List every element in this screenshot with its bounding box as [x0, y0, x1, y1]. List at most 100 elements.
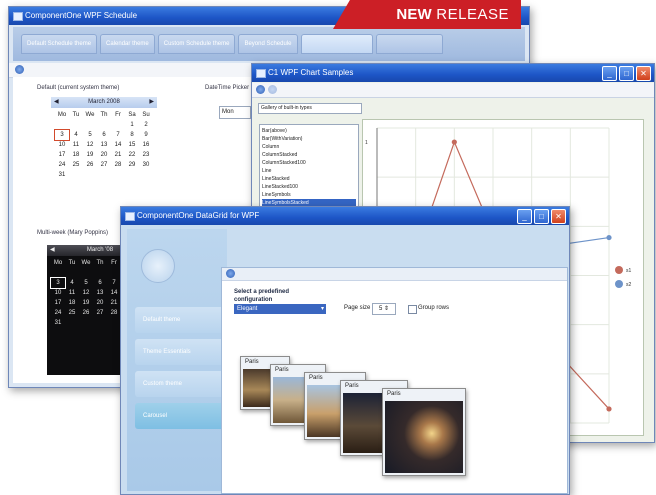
calendar-day[interactable]: 26 — [83, 160, 97, 170]
calendar-day[interactable]: 30 — [139, 160, 153, 170]
calendar-day[interactable]: 2 — [139, 120, 153, 130]
tab-beyond[interactable]: Beyond Schedule — [238, 34, 298, 54]
calendar-day[interactable]: 21 — [111, 150, 125, 160]
calendar-day — [107, 268, 121, 278]
calendar-day[interactable]: 12 — [79, 288, 93, 298]
calendar-day[interactable]: 21 — [107, 298, 121, 308]
calendar-day[interactable]: 13 — [93, 288, 107, 298]
calendar-day[interactable]: 6 — [93, 278, 107, 288]
day-combo[interactable]: Mon — [219, 106, 251, 119]
month-calendar[interactable]: ◀ March 2008 ▶ Mo Tu We Th Fr Sa Su 1 2 3 4 5 6 7 8 9 10… — [51, 97, 157, 209]
calendar-day[interactable]: 7 — [107, 278, 121, 288]
chart-type-item[interactable]: LineStacked100 — [262, 183, 356, 191]
calendar-day[interactable]: 16 — [139, 140, 153, 150]
tab-calendar-theme[interactable]: Calendar theme — [100, 34, 155, 54]
chart-type-item[interactable]: Bar(above) — [262, 127, 356, 135]
calendar-day[interactable]: 25 — [69, 160, 83, 170]
nav-item-theme-essentials[interactable]: Theme Essentials — [135, 339, 227, 365]
calendar-day[interactable]: 18 — [69, 150, 83, 160]
calendar-day[interactable]: 11 — [69, 140, 83, 150]
calendar-day[interactable]: 17 — [51, 298, 65, 308]
calendar-day[interactable]: 6 — [97, 130, 111, 140]
photo-card[interactable]: Paris — [382, 388, 466, 476]
calendar-day[interactable]: 19 — [83, 150, 97, 160]
gallery-combo[interactable]: Gallery of built-in types — [258, 103, 362, 114]
calendar-day[interactable]: 20 — [97, 150, 111, 160]
calendar-day[interactable]: 27 — [97, 160, 111, 170]
back-button[interactable] — [256, 85, 265, 94]
calendar-day[interactable]: 7 — [111, 130, 125, 140]
calendar-day[interactable]: 13 — [97, 140, 111, 150]
calendar-day[interactable]: 5 — [83, 130, 97, 140]
chart-type-item[interactable]: Bar(WithVariation) — [262, 135, 356, 143]
chart-type-item[interactable]: LineSymbols — [262, 191, 356, 199]
calendar-day[interactable]: 3 — [50, 277, 66, 289]
calendar-day[interactable]: 19 — [79, 298, 93, 308]
chart-type-item[interactable]: LineStacked — [262, 175, 356, 183]
next-month-icon[interactable]: ▶ — [149, 97, 154, 108]
calendar-day[interactable]: 20 — [93, 298, 107, 308]
close-icon[interactable]: ✕ — [551, 209, 566, 224]
calendar-day[interactable]: 5 — [79, 278, 93, 288]
tab-extra[interactable] — [375, 34, 443, 54]
y-tick-label: 1 — [365, 140, 368, 146]
calendar-day[interactable]: 3 — [54, 129, 70, 141]
tab-active[interactable] — [300, 34, 373, 54]
calendar-day[interactable]: 27 — [93, 308, 107, 318]
dark-prev-month-icon[interactable]: ◀ — [50, 245, 55, 256]
maximize-icon[interactable]: □ — [534, 209, 549, 224]
back-button[interactable] — [15, 65, 24, 74]
nav-item-custom-theme[interactable]: Custom theme — [135, 371, 227, 397]
calendar-day[interactable]: 17 — [55, 150, 69, 160]
calendar-day[interactable]: 11 — [65, 288, 79, 298]
datagrid-titlebar[interactable]: ComponentOne DataGrid for WPF _ □ ✕ — [121, 207, 569, 225]
maximize-icon[interactable]: □ — [619, 66, 634, 81]
prev-month-icon[interactable]: ◀ — [54, 97, 59, 108]
chart-type-item[interactable]: Column — [262, 143, 356, 151]
calendar-day[interactable]: 9 — [139, 130, 153, 140]
minimize-icon[interactable]: _ — [517, 209, 532, 224]
calendar-day[interactable]: 31 — [55, 170, 69, 180]
calendar-day[interactable]: 26 — [79, 308, 93, 318]
calendar-day[interactable]: 15 — [125, 140, 139, 150]
calendar-day[interactable]: 8 — [125, 130, 139, 140]
calendar-day[interactable]: 10 — [55, 140, 69, 150]
calendar-grid[interactable]: Mo Tu We Th Fr Sa Su 1 2 3 4 5 6 7 8 9 10 11 12 13 14 15 16 17 1… — [51, 108, 157, 180]
calendar-day[interactable]: 18 — [65, 298, 79, 308]
calendar-day[interactable]: 23 — [139, 150, 153, 160]
calendar-day[interactable]: 14 — [111, 140, 125, 150]
calendar-day[interactable]: 14 — [107, 288, 121, 298]
back-button[interactable] — [226, 269, 235, 278]
page-size-stepper[interactable]: 5 ⇕ — [372, 303, 396, 315]
chart-type-item[interactable]: ColumnStacked — [262, 151, 356, 159]
nav-item-carousel[interactable]: Carousel — [135, 403, 227, 429]
tab-custom-theme[interactable]: Custom Schedule theme — [157, 34, 236, 54]
calendar-day[interactable]: 22 — [125, 150, 139, 160]
forward-button[interactable] — [268, 85, 277, 94]
chart-type-list[interactable]: Bar(above) Bar(WithVariation) Column Column… — [259, 124, 359, 216]
close-icon[interactable]: ✕ — [636, 66, 651, 81]
chart-titlebar[interactable]: C1 WPF Chart Samples _ □ ✕ — [252, 64, 654, 82]
calendar-day[interactable]: 24 — [51, 308, 65, 318]
calendar-day[interactable]: 4 — [65, 278, 79, 288]
chart-type-item[interactable]: Line — [262, 167, 356, 175]
dark-calendar-label: Multi-week (Mary Poppins) — [37, 230, 109, 236]
calendar-day[interactable]: 25 — [65, 308, 79, 318]
chart-type-item[interactable]: ColumnStacked100 — [262, 159, 356, 167]
calendar-day — [93, 268, 107, 278]
calendar-day[interactable]: 1 — [125, 120, 139, 130]
calendar-header: ◀ March 2008 ▶ — [51, 97, 157, 108]
minimize-icon[interactable]: _ — [602, 66, 617, 81]
calendar-day[interactable]: 24 — [55, 160, 69, 170]
calendar-day[interactable]: 29 — [125, 160, 139, 170]
nav-item-default-theme[interactable]: Default theme — [135, 307, 227, 333]
config-select[interactable]: Elegant ▾ — [234, 304, 326, 314]
tab-default-theme[interactable]: Default Schedule theme — [21, 34, 98, 54]
calendar-day[interactable]: 28 — [111, 160, 125, 170]
group-rows-checkbox[interactable] — [408, 305, 417, 314]
calendar-day[interactable]: 12 — [83, 140, 97, 150]
calendar-day[interactable]: 4 — [69, 130, 83, 140]
calendar-day[interactable]: 28 — [107, 308, 121, 318]
calendar-day[interactable]: 31 — [51, 318, 65, 328]
calendar-day[interactable]: 10 — [51, 288, 65, 298]
